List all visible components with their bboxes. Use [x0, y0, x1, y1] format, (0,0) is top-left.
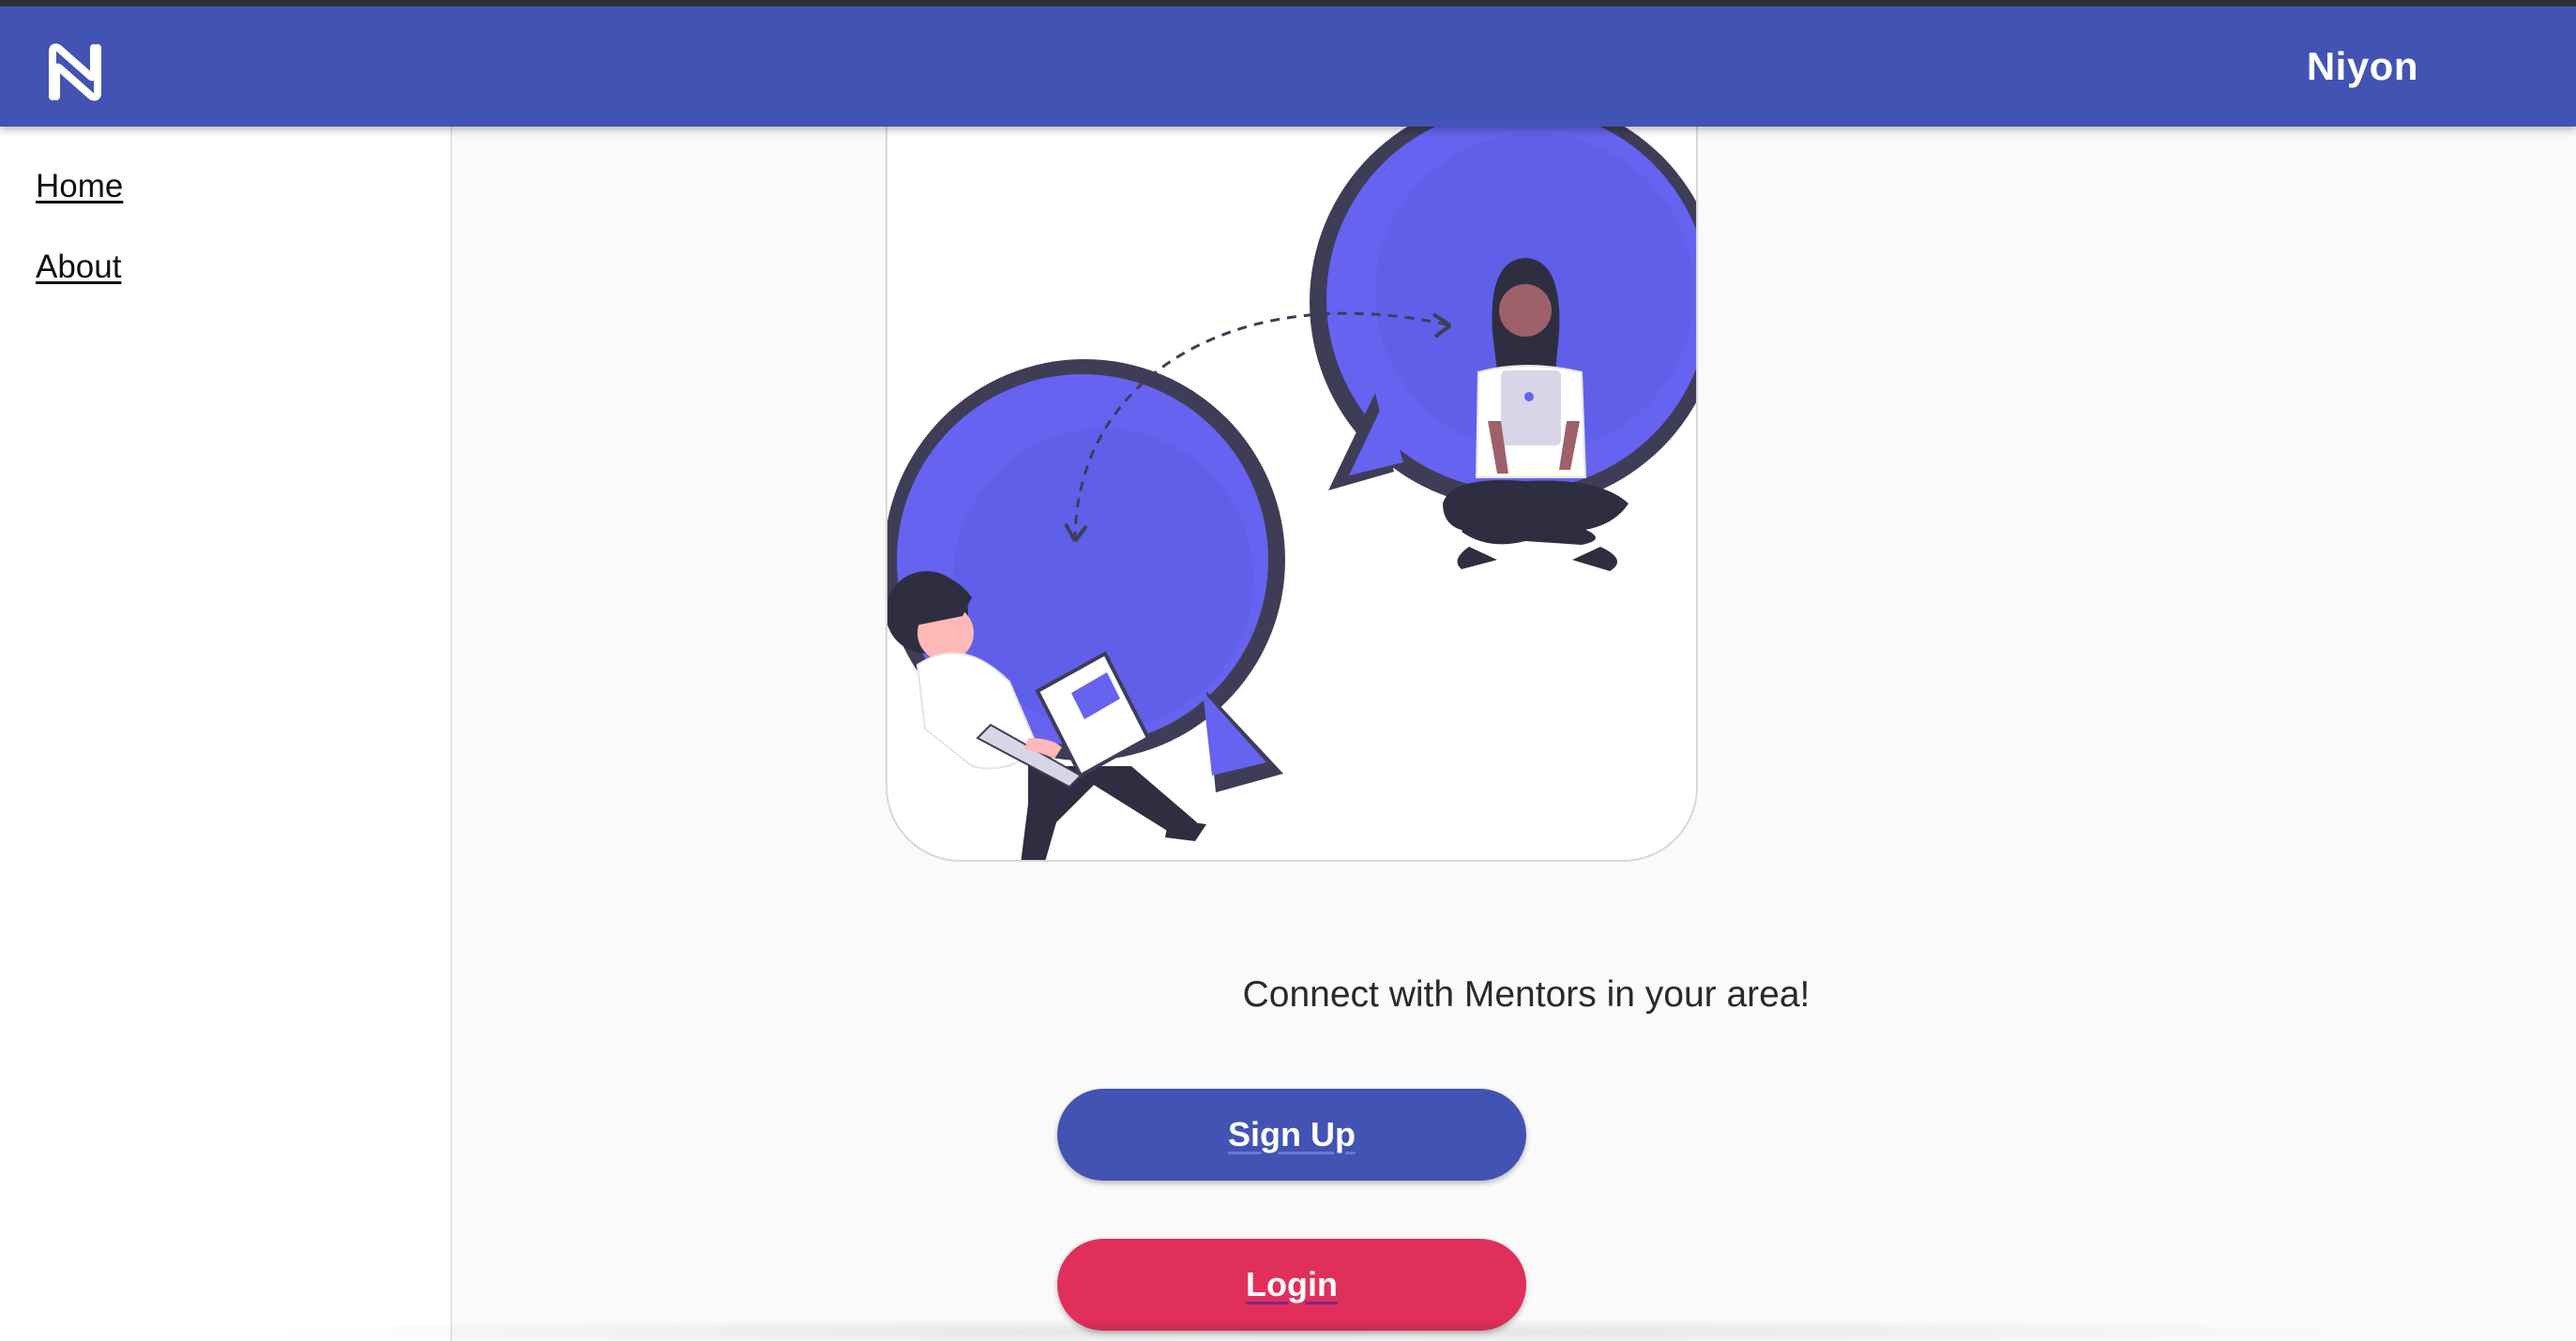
side-navigation: Home About [0, 127, 452, 1341]
nav-link-about[interactable]: About [36, 249, 121, 286]
app-window: Niyon Home About Connect with Mentors in… [0, 7, 2576, 1341]
niyon-n-logo-icon[interactable] [41, 38, 109, 106]
main-content: Connect with Mentors in your area! Sign … [452, 89, 2576, 1341]
bottom-edge-shadow [216, 1318, 2392, 1341]
top-app-bar: Niyon [0, 7, 2576, 127]
mentor-chat-illustration [887, 96, 1696, 860]
brand-name[interactable]: Niyon [2307, 44, 2418, 89]
sign-up-button[interactable]: Sign Up [1057, 1089, 1526, 1181]
nav-link-home[interactable]: Home [36, 168, 123, 205]
tagline: Connect with Mentors in your area! [1242, 974, 1811, 1015]
hero-card [886, 89, 1698, 862]
